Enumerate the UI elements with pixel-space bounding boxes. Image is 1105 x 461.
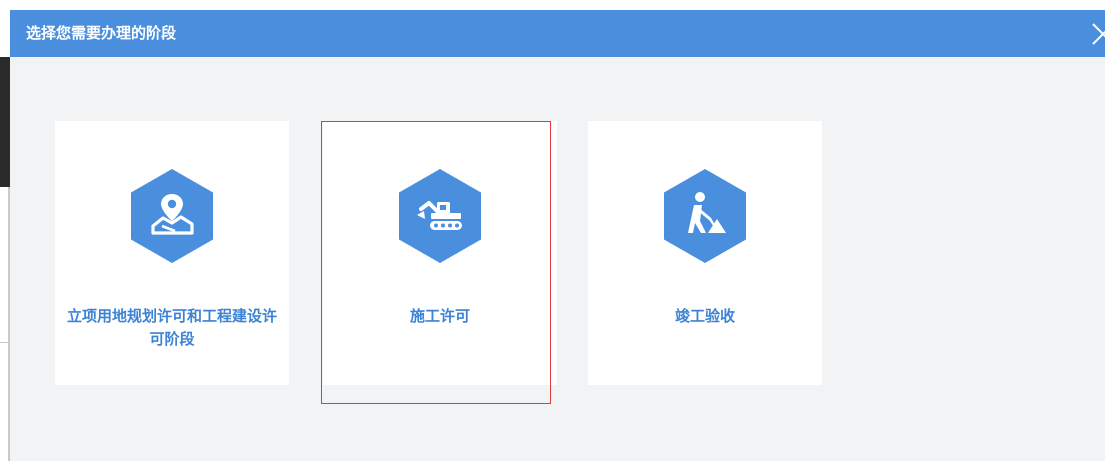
stage-card-planning[interactable]: 立项用地规划许可和工程建设许可阶段 — [55, 121, 289, 385]
background-page-edge — [0, 0, 10, 461]
stage-label: 竣工验收 — [674, 307, 735, 325]
background-dark-block — [0, 57, 10, 187]
excavator-icon — [399, 169, 481, 263]
stage-card-construction-permit[interactable]: 施工许可 — [323, 121, 557, 385]
close-button[interactable] — [1085, 18, 1105, 48]
stage-select-dialog: 选择您需要办理的阶段 立项用地规划许可和工程建设许可阶段 施工许可 竣工验收 — [10, 10, 1105, 461]
stage-label: 立项用地规划许可和工程建设许可阶段 — [66, 307, 277, 348]
map-location-icon — [131, 169, 213, 263]
dialog-title: 选择您需要办理的阶段 — [26, 24, 177, 42]
background-divider — [0, 342, 10, 343]
close-icon — [1092, 23, 1105, 45]
stage-card-completion-acceptance[interactable]: 竣工验收 — [588, 121, 822, 385]
dialog-header: 选择您需要办理的阶段 — [10, 10, 1105, 57]
stage-label: 施工许可 — [409, 307, 470, 325]
construction-worker-icon — [664, 169, 746, 263]
